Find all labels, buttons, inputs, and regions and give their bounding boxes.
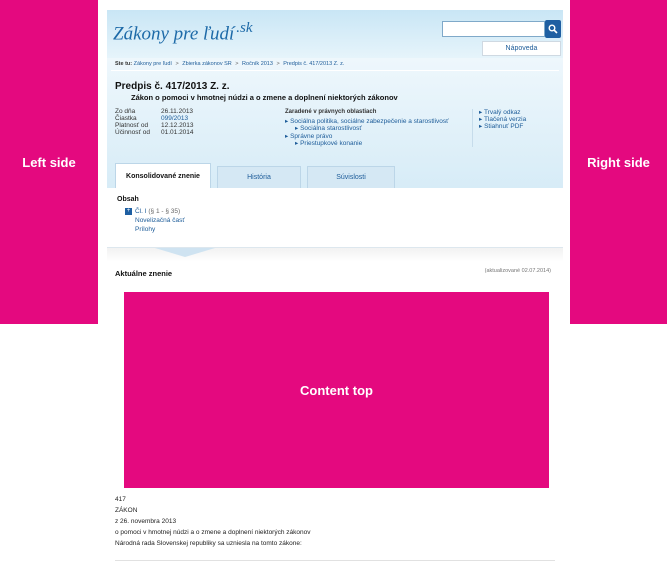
legal-area-label: Sociálna politika, sociálne zabezpečenie… (290, 118, 449, 126)
legal-areas-title: Zaradené v právnych oblastiach (285, 109, 377, 115)
left-ad-label: Left side (22, 154, 76, 170)
right-ad-label: Right side (587, 154, 650, 170)
section-notch (155, 248, 215, 257)
law-name: o pomoci v hmotnej núdzi a o zmene a dop… (115, 529, 311, 536)
table-of-contents: Obsah + Čl. I (§ 1 - § 35) Novelizačná č… (107, 188, 563, 248)
document-meta: Zo dňa 26.11.2013 Čiastka 099/2013 Platnos… (115, 108, 194, 136)
legal-area-link[interactable]: ▸ Sociálna politika, sociálne zabezpečen… (285, 118, 449, 125)
legal-area-link[interactable]: ▸ Správne právo (285, 133, 449, 140)
logo-text: Zákony pre ľudí (113, 23, 235, 45)
meta-row: Čiastka 099/2013 (115, 115, 194, 122)
breadcrumb-separator: > (175, 61, 179, 67)
toc-item-range: (§ 1 - § 35) (148, 208, 181, 215)
updated-date: (aktualizované 02.07.2014) (484, 268, 551, 274)
print-version-link[interactable]: ▸ Tlačená verzia (479, 116, 526, 123)
right-ad-banner[interactable]: Right side (570, 0, 667, 324)
legal-area-link[interactable]: ▸ Priestupkové konanie (285, 140, 449, 147)
toc-item-article[interactable]: + Čl. I (§ 1 - § 35) (125, 208, 180, 215)
law-number: 417 (115, 496, 126, 503)
breadcrumb-separator: > (276, 61, 280, 67)
law-text: 417 ZÁKON z 26. novembra 2013 o pomoci v… (115, 494, 310, 549)
toc-link-amendment[interactable]: Novelizačná časť (135, 217, 185, 224)
search-input[interactable] (442, 21, 545, 37)
meta-value: 01.01.2014 (161, 129, 194, 136)
breadcrumb-divider (111, 70, 559, 71)
breadcrumb-item[interactable]: Zbierka zákonov SR (182, 61, 232, 67)
expand-plus-icon[interactable]: + (125, 208, 132, 215)
meta-label: Zo dňa (115, 108, 136, 115)
site-header: Zákony pre ľudí .sk Nápoveda (107, 10, 563, 58)
law-type: ZÁKON (115, 507, 138, 514)
breadcrumb-item[interactable]: Zákony pre ľudí (134, 61, 172, 67)
logo-suffix: .sk (236, 20, 253, 36)
meta-value[interactable]: 099/2013 (161, 115, 188, 122)
legal-area-label: Sociálna starostlivosť (300, 125, 362, 133)
permalink-link[interactable]: ▸ Trvalý odkaz (479, 109, 526, 116)
meta-row: Platnosť od 12.12.2013 (115, 122, 194, 129)
toc-title: Obsah (117, 196, 139, 203)
site-logo[interactable]: Zákony pre ľudí .sk (113, 20, 253, 45)
page-subtitle: Zákon o pomoci v hmotnej núdzi a o zmene… (131, 93, 398, 102)
left-ad-banner[interactable]: Left side (0, 0, 98, 324)
content-ad-label: Content top (300, 382, 373, 398)
download-pdf-label: Stiahnuť PDF (484, 123, 524, 130)
law-preamble: Národná rada Slovenskej republiky sa uzn… (115, 540, 302, 547)
page-container: Zákony pre ľudí .sk Nápoveda Ste tu: Záko… (107, 0, 563, 566)
permalink-label: Trvalý odkaz (483, 109, 521, 116)
content-top-ad-banner[interactable]: Content top (124, 292, 549, 488)
tab-relations[interactable]: Súvislosti (307, 166, 395, 188)
current-version-heading: Aktuálne znenie (115, 269, 173, 278)
breadcrumb-item[interactable]: Ročník 2013 (242, 61, 273, 67)
print-version-label: Tlačená verzia (483, 116, 527, 123)
page-title: Predpis č. 417/2013 Z. z. (115, 81, 230, 92)
help-button[interactable]: Nápoveda (482, 41, 561, 56)
document-tabs: Konsolidované znenie História Súvislosti (115, 163, 401, 188)
meta-value: 12.12.2013 (161, 122, 194, 129)
toc-item-label: Čl. I (135, 208, 147, 215)
legal-area-link[interactable]: ▸ Sociálna starostlivosť (285, 125, 449, 132)
meta-value: 26.11.2013 (161, 108, 194, 115)
search-button[interactable] (545, 20, 561, 38)
breadcrumb-separator: > (235, 61, 239, 67)
download-pdf-link[interactable]: ▸ Stiahnuť PDF (479, 123, 526, 130)
breadcrumb-label: Ste tu: (115, 61, 133, 67)
content-divider (115, 560, 555, 561)
meta-row: Účinnosť od 01.01.2014 (115, 129, 194, 136)
breadcrumb: Ste tu: Zákony pre ľudí > Zbierka zákono… (115, 58, 344, 70)
tab-consolidated[interactable]: Konsolidované znenie (115, 163, 211, 188)
meta-label: Platnosť od (115, 122, 149, 129)
document-actions: ▸ Trvalý odkaz ▸ Tlačená verzia ▸ Stiahn… (472, 109, 526, 147)
legal-area-label: Priestupkové konanie (300, 139, 363, 147)
tab-history[interactable]: História (217, 166, 301, 188)
magnifier-icon (548, 24, 558, 34)
toc-link-attachments[interactable]: Prílohy (135, 226, 155, 233)
legal-area-label: Správne právo (290, 132, 333, 140)
legal-areas: Zaradené v právnych oblastiach ▸ Sociáln… (285, 109, 449, 147)
meta-row: Zo dňa 26.11.2013 (115, 108, 194, 115)
law-date: z 26. novembra 2013 (115, 518, 177, 525)
breadcrumb-item[interactable]: Predpis č. 417/2013 Z. z. (283, 61, 344, 67)
meta-label: Čiastka (115, 115, 137, 122)
meta-label: Účinnosť od (115, 129, 150, 136)
